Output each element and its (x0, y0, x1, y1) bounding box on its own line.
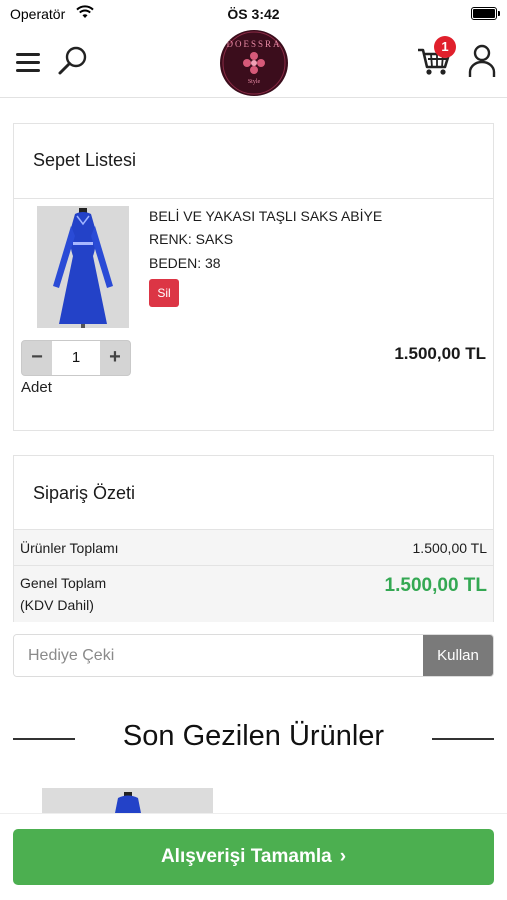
products-total-row: Ürünler Toplamı 1.500,00 TL (14, 529, 493, 565)
grand-total-value: 1.500,00 TL (384, 575, 487, 596)
quantity-label: Adet (21, 379, 52, 396)
app-header: DOESSRA Style 1 (0, 28, 507, 98)
line-price: 1.500,00 TL (394, 344, 486, 363)
order-summary-title: Sipariş Özeti (33, 483, 136, 503)
grand-total-row: Genel Toplam (KDV Dahil) 1.500,00 TL (14, 565, 493, 622)
products-total-value: 1.500,00 TL (412, 540, 487, 556)
products-total-label: Ürünler Toplamı (20, 540, 119, 556)
increase-quantity-button[interactable]: + (100, 341, 130, 375)
status-bar: Operatör ÖS 3:42 (0, 0, 507, 28)
complete-purchase-button[interactable]: Alışverişi Tamamla › (13, 829, 494, 885)
quantity-value[interactable]: 1 (52, 341, 100, 375)
apply-coupon-button[interactable]: Kullan (423, 635, 493, 676)
clock: ÖS 3:42 (227, 6, 280, 22)
brand-logo[interactable]: DOESSRA Style (220, 30, 288, 96)
decrease-quantity-button[interactable]: − (22, 341, 52, 375)
product-image[interactable] (37, 206, 129, 328)
logo-wordmark: DOESSRA (226, 39, 281, 49)
order-summary-card: Sipariş Özeti Ürünler Toplamı 1.500,00 T… (13, 455, 494, 622)
delete-item-button[interactable]: Sil (149, 279, 179, 307)
recent-products-title: Son Gezilen Ürünler (122, 720, 385, 752)
grand-total-label: Genel Toplam (20, 575, 107, 591)
battery-icon (471, 7, 500, 20)
user-icon[interactable] (468, 44, 496, 78)
gift-coupon-input[interactable] (14, 635, 424, 676)
divider-line-right (432, 738, 494, 740)
complete-purchase-label: Alışverişi Tamamla (160, 846, 332, 867)
product-name[interactable]: BELİ VE YAKASI TAŞLI SAKS ABİYE (149, 208, 382, 224)
logo-subtitle: Style (248, 79, 261, 85)
menu-icon[interactable] (16, 53, 40, 73)
gift-coupon-form: Kullan (13, 634, 494, 677)
quantity-stepper: − 1 + (21, 340, 131, 376)
cart-list-title: Sepet Listesi (33, 150, 137, 170)
search-icon[interactable] (56, 44, 90, 78)
cart-list-card: Sepet Listesi BELİ VE YAKASI TAŞLI SAKS … (13, 123, 494, 431)
cart-count-badge: 1 (434, 36, 456, 58)
chevron-right-icon: › (339, 846, 347, 867)
product-color: RENK: SAKS (149, 231, 234, 247)
product-size: BEDEN: 38 (149, 255, 221, 271)
checkout-bar: Alışverişi Tamamla › (0, 813, 507, 900)
vat-note: (KDV Dahil) (20, 597, 94, 613)
